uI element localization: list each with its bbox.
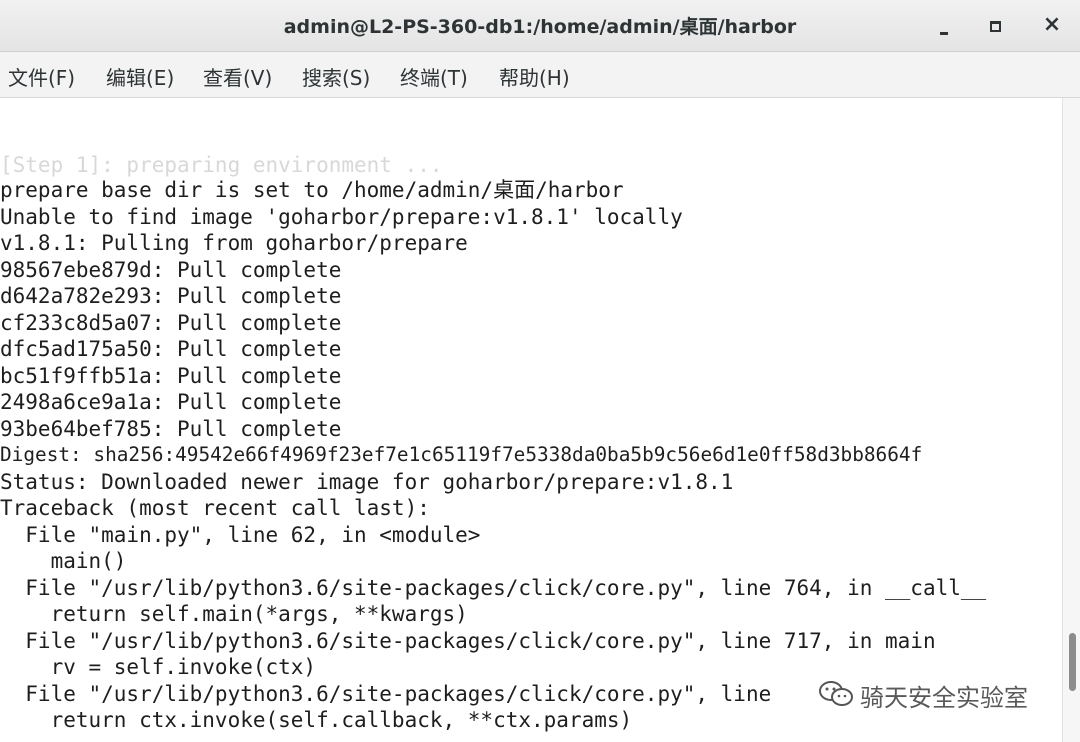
terminal-line: cf233c8d5a07: Pull complete — [0, 311, 342, 335]
menu-terminal[interactable]: 终端(T) — [400, 62, 468, 91]
terminal-line: File "/usr/lib/python3.6/site-packages/c… — [0, 576, 987, 600]
minimize-button[interactable] — [926, 8, 962, 44]
terminal-line: Digest: sha256:49542e66f4969f23ef7e1c651… — [0, 443, 923, 466]
menu-bar: 文件(F) 编辑(E) 查看(V) 搜索(S) 终端(T) 帮助(H) — [0, 52, 1080, 98]
menu-view[interactable]: 查看(V) — [203, 62, 272, 91]
menu-help[interactable]: 帮助(H) — [499, 62, 570, 91]
terminal-line: d642a782e293: Pull complete — [0, 284, 342, 308]
menu-search[interactable]: 搜索(S) — [302, 62, 370, 91]
terminal-line: Traceback (most recent call last): — [0, 496, 430, 520]
title-bar[interactable]: admin@L2-PS-360-db1:/home/admin/桌面/harbo… — [0, 0, 1080, 52]
terminal-line: rv = self.invoke(ctx) — [0, 655, 317, 679]
window-title: admin@L2-PS-360-db1:/home/admin/桌面/harbo… — [283, 16, 797, 38]
watermark-text: 骑天安全实验室 — [860, 684, 1028, 712]
wechat-icon — [819, 681, 853, 706]
terminal-line: bc51f9ffb51a: Pull complete — [0, 364, 342, 388]
terminal-line: v1.8.1: Pulling from goharbor/prepare — [0, 231, 468, 255]
terminal-line: prepare base dir is set to /home/admin/桌… — [0, 178, 624, 202]
terminal-line: main() — [0, 549, 127, 573]
maximize-button[interactable] — [978, 8, 1014, 44]
terminal-line: File "/usr/lib/python3.6/site-packages/c… — [0, 682, 784, 706]
terminal-line: File "main.py", line 62, in <module> — [0, 523, 481, 547]
terminal-window: admin@L2-PS-360-db1:/home/admin/桌面/harbo… — [0, 0, 1080, 742]
terminal-line: 2498a6ce9a1a: Pull complete — [0, 390, 342, 414]
menu-edit[interactable]: 编辑(E) — [106, 62, 174, 91]
maximize-icon — [990, 21, 1001, 32]
minimize-icon — [940, 32, 948, 35]
terminal-line: File "/usr/lib/python3.6/site-packages/c… — [0, 629, 936, 653]
close-icon: × — [1042, 12, 1062, 37]
terminal-line: [Step 1]: preparing environment ... — [0, 153, 443, 177]
terminal-output[interactable]: [Step 1]: preparing environment ... prep… — [0, 98, 1062, 742]
terminal-line: Status: Downloaded newer image for gohar… — [0, 470, 734, 494]
menu-file[interactable]: 文件(F) — [8, 62, 75, 91]
close-button[interactable]: × — [1034, 8, 1070, 44]
terminal-line: 93be64bef785: Pull complete — [0, 417, 342, 441]
terminal-line: dfc5ad175a50: Pull complete — [0, 337, 342, 361]
scroll-thumb[interactable] — [1069, 633, 1076, 691]
terminal-line: return self.main(*args, **kwargs) — [0, 602, 468, 626]
terminal-line: 98567ebe879d: Pull complete — [0, 258, 342, 282]
vertical-scrollbar[interactable] — [1062, 98, 1080, 742]
terminal-line: Unable to find image 'goharbor/prepare:v… — [0, 205, 683, 229]
terminal-line: return ctx.invoke(self.callback, **ctx.p… — [0, 708, 633, 732]
